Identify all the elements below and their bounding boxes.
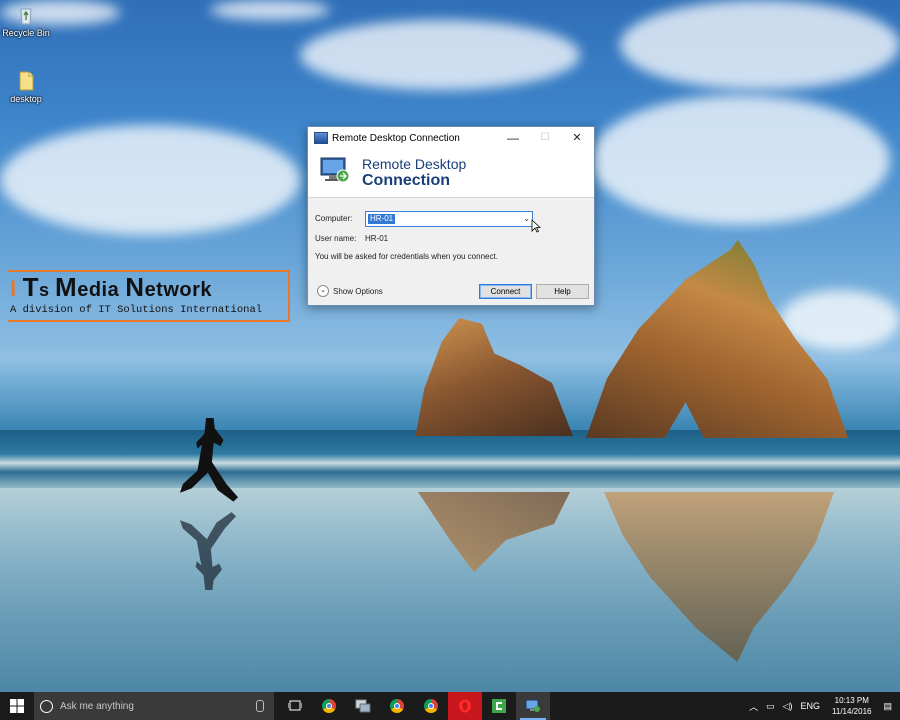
desktop-icon-label: desktop <box>10 94 42 104</box>
remote-desktop-dialog: Remote Desktop Connection — ☐ ✕ Remote D… <box>307 126 595 306</box>
username-label: User name: <box>315 234 357 243</box>
taskbar-app-chrome[interactable] <box>380 692 414 720</box>
its-media-network-logo: I Ts Media Network A division of IT Solut… <box>8 270 290 322</box>
opera-icon <box>459 699 471 713</box>
chrome-icon <box>424 699 438 713</box>
show-options-toggle[interactable]: ⌄ Show Options <box>317 285 383 297</box>
logo-title: I Ts Media Network <box>10 272 212 303</box>
desktop-icon-label: Recycle Bin <box>2 28 50 38</box>
system-tray: ︿ ▭ ◁) ENG 10:13 PM 11/14/2016 ▤ <box>745 692 900 720</box>
mouse-cursor-icon <box>531 219 541 233</box>
dialog-banner: Remote Desktop Connection <box>308 149 594 198</box>
cortana-icon <box>40 699 53 713</box>
cloud <box>780 290 900 350</box>
microphone-icon[interactable] <box>256 700 264 712</box>
task-view-icon <box>288 700 302 711</box>
help-button[interactable]: Help <box>536 284 589 299</box>
desktop-wallpaper: Recycle Bin desktop I Ts Media Network A … <box>0 0 900 692</box>
computer-combobox[interactable]: HR-01 ⌄ <box>365 211 533 227</box>
recycle-bin-icon <box>20 8 32 25</box>
desktop-icon-recycle-bin[interactable]: Recycle Bin <box>1 4 51 38</box>
dialog-title: Remote Desktop Connection <box>332 132 460 144</box>
chevron-down-icon: ⌄ <box>317 285 329 297</box>
monitor-icon <box>320 157 350 183</box>
taskbar-app-chrome[interactable] <box>414 692 448 720</box>
remote-desktop-icon <box>314 132 328 144</box>
clock-date: 11/14/2016 <box>832 707 872 716</box>
camtasia-icon <box>492 699 506 713</box>
taskbar-app-opera[interactable] <box>448 692 482 720</box>
desktop-icon-desktop[interactable]: desktop <box>1 70 51 104</box>
logo-frame <box>288 270 290 322</box>
taskbar-app-chrome[interactable] <box>312 692 346 720</box>
sea <box>0 430 900 490</box>
logo-letter: M <box>55 272 78 302</box>
language-indicator[interactable]: ENG <box>801 701 821 711</box>
close-button[interactable]: ✕ <box>562 127 592 149</box>
computer-label: Computer: <box>315 214 353 223</box>
chevron-down-icon[interactable]: ⌄ <box>523 212 530 226</box>
connect-button[interactable]: Connect <box>479 284 532 299</box>
logo-text: s <box>39 280 56 300</box>
chrome-icon <box>322 699 336 713</box>
maximize-button[interactable]: ☐ <box>530 127 560 149</box>
file-icon <box>19 71 34 91</box>
clock-time: 10:13 PM <box>834 696 869 705</box>
task-view-button[interactable] <box>278 692 312 720</box>
remote-desktop-icon <box>525 699 540 712</box>
cloud <box>590 95 890 225</box>
cortana-search-box[interactable]: Ask me anything <box>34 692 274 720</box>
computer-input[interactable]: HR-01 <box>368 214 396 224</box>
cloud <box>300 20 580 90</box>
volume-icon[interactable]: ◁) <box>783 701 793 712</box>
logo-frame <box>8 320 290 322</box>
remote-admin-icon <box>355 699 371 713</box>
minimize-button[interactable]: — <box>498 127 528 149</box>
taskbar-app-remote-admin[interactable] <box>346 692 380 720</box>
windows-logo-icon <box>10 699 24 713</box>
search-placeholder: Ask me anything <box>60 700 134 712</box>
logo-tagline: A division of IT Solutions International <box>10 304 263 316</box>
chevron-up-icon[interactable]: ︿ <box>749 700 758 713</box>
taskbar-app-remote-desktop[interactable] <box>516 692 550 720</box>
action-center-icon[interactable]: ▤ <box>883 701 892 712</box>
cloud <box>620 0 900 90</box>
logo-letter: T <box>22 272 40 302</box>
chrome-icon <box>390 699 404 713</box>
logo-text: etwork <box>144 279 213 301</box>
taskbar-app-camtasia[interactable] <box>482 692 516 720</box>
network-icon[interactable]: ▭ <box>766 701 775 712</box>
logo-letter: I <box>10 276 17 301</box>
logo-text: edia <box>77 279 126 301</box>
banner-title-line2: Connection <box>362 172 450 189</box>
cloud <box>210 0 330 20</box>
logo-letter: N <box>125 272 145 302</box>
username-value: HR-01 <box>365 234 389 243</box>
banner-title-line1: Remote Desktop <box>362 156 467 172</box>
start-button[interactable] <box>0 692 34 720</box>
show-options-label: Show Options <box>333 286 383 296</box>
cloud <box>0 125 300 235</box>
credentials-note: You will be asked for credentials when y… <box>315 252 498 261</box>
rock-left <box>415 318 573 436</box>
clock[interactable]: 10:13 PM 11/14/2016 <box>832 695 871 717</box>
taskbar: Ask me anything ︿ ▭ ◁) ENG 10:13 PM 11/1… <box>0 692 900 720</box>
dialog-titlebar[interactable]: Remote Desktop Connection — ☐ ✕ <box>308 127 594 149</box>
